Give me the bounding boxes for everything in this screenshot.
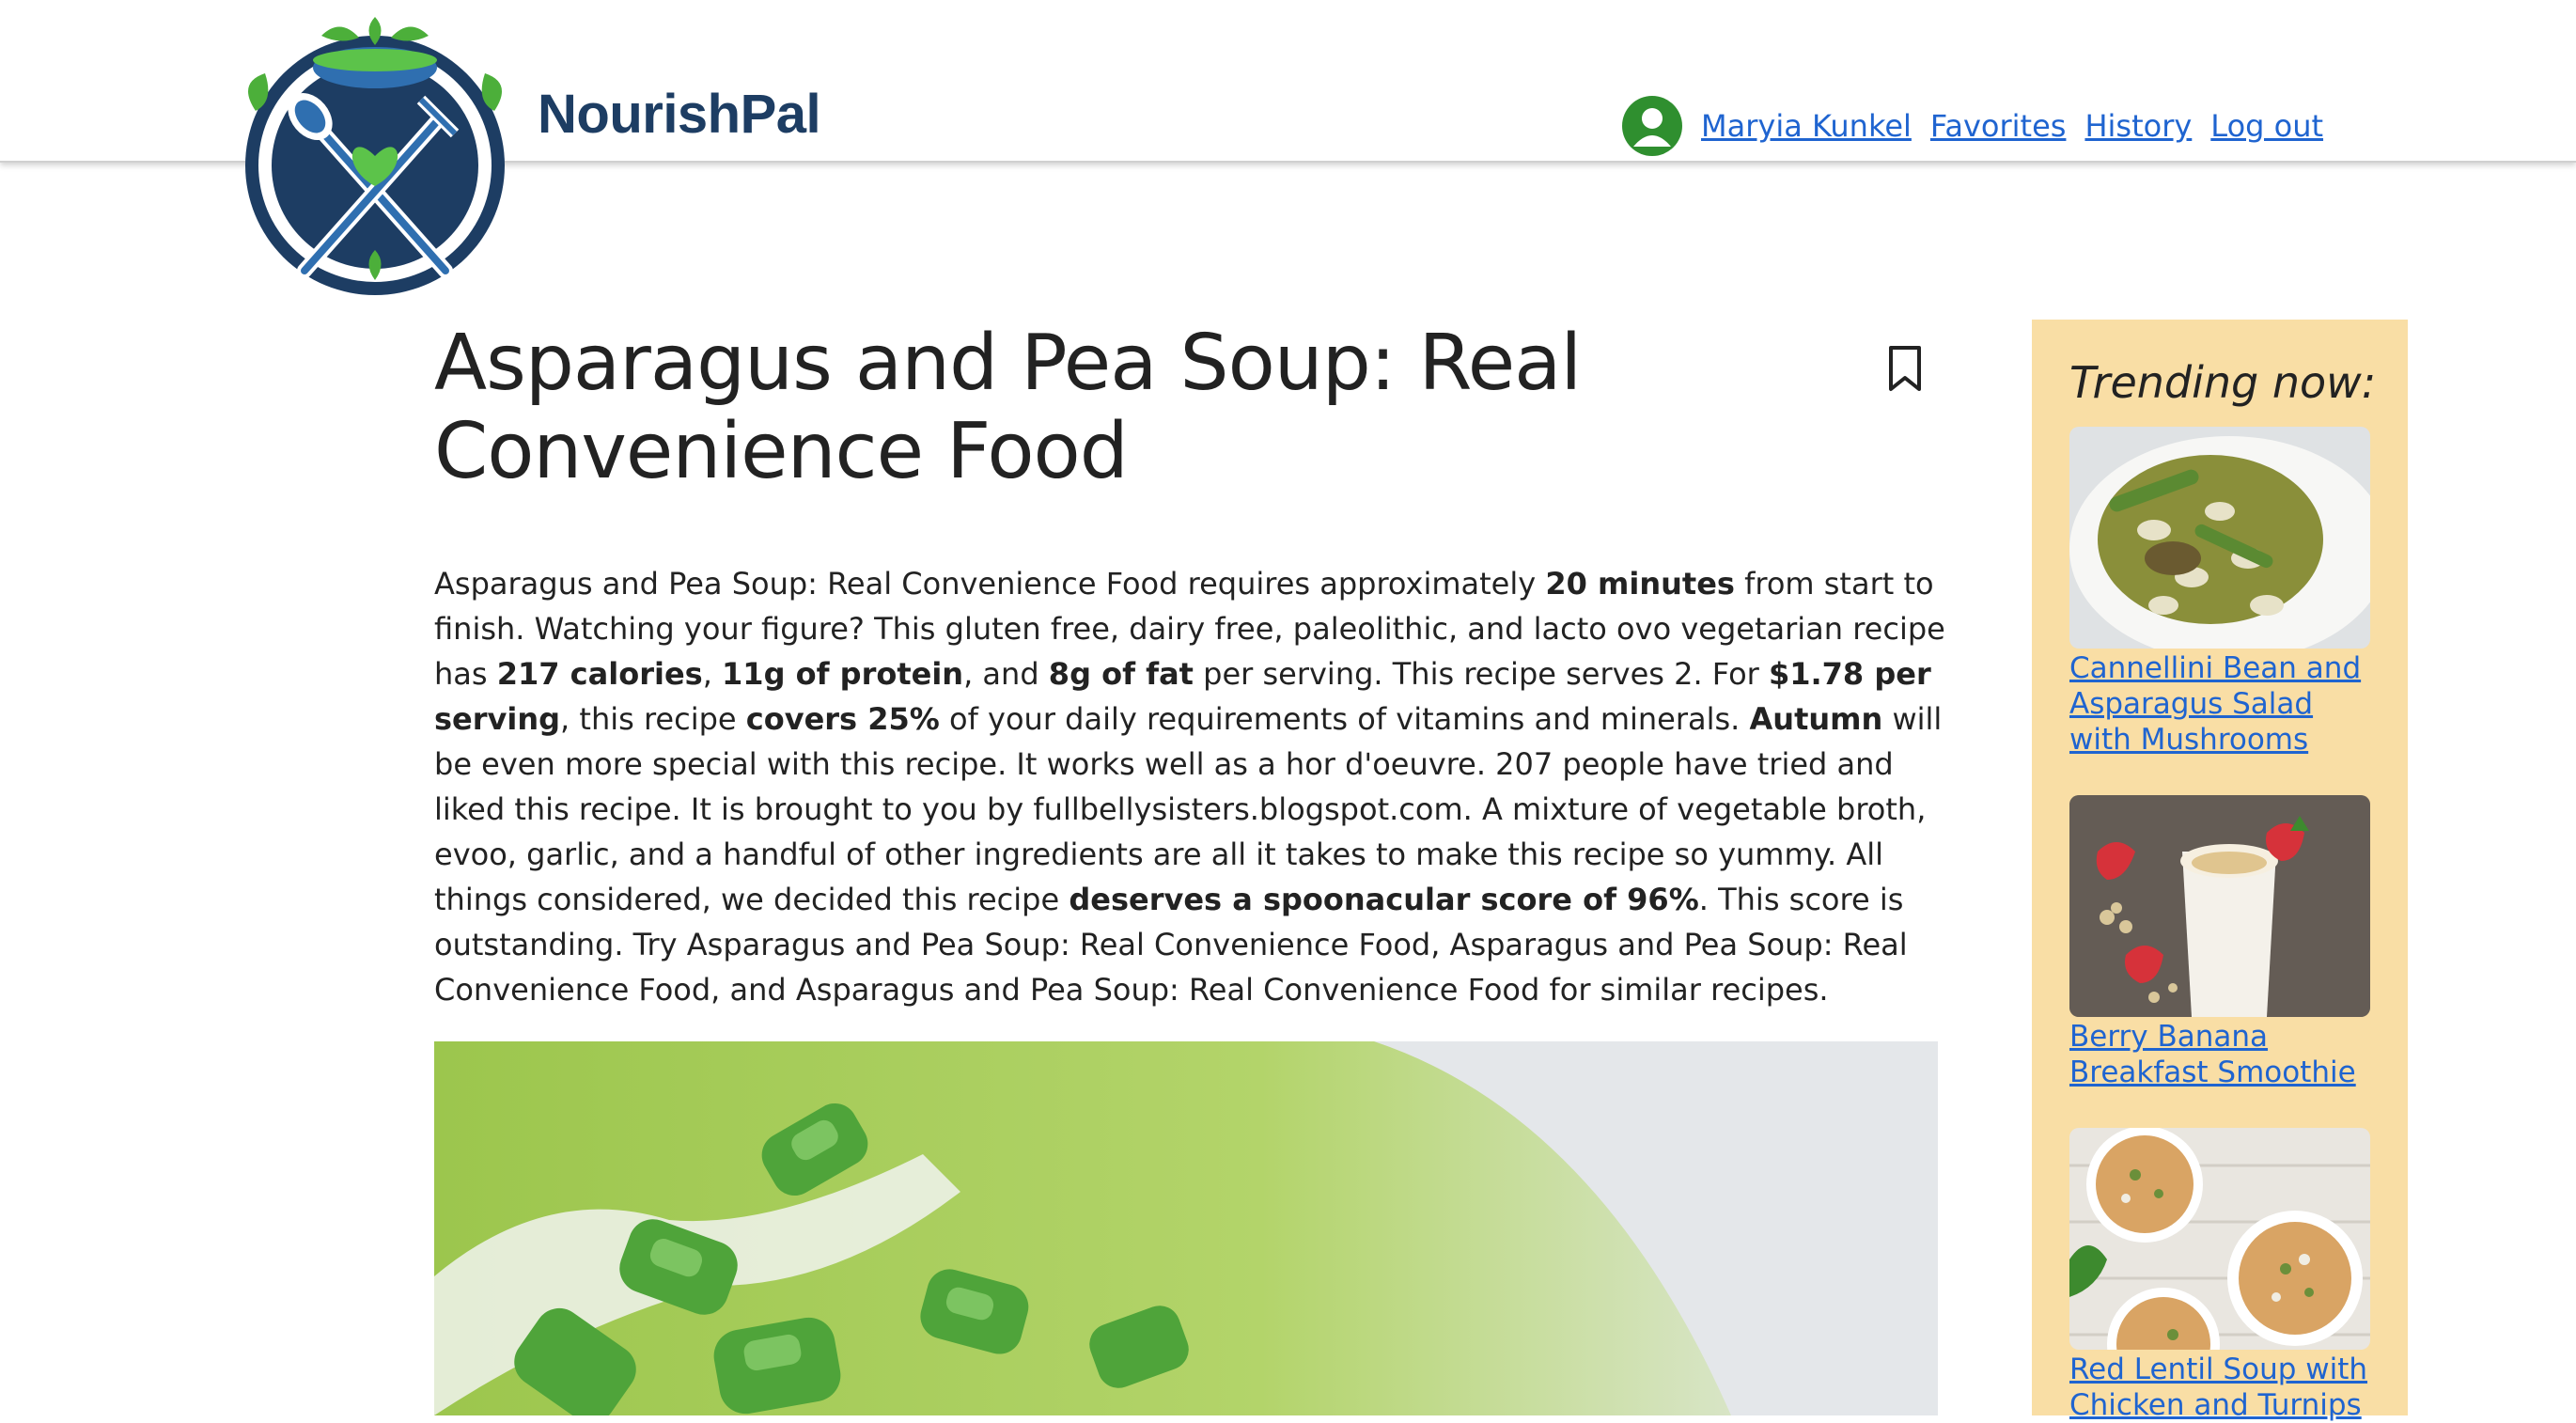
recipe-title: Asparagus and Pea Soup: Real Convenience… [434, 319, 1582, 496]
logout-link[interactable]: Log out [2210, 108, 2323, 144]
summary-highlight: Autumn [1749, 701, 1883, 737]
summary-text: , and [963, 656, 1049, 692]
nourishpal-logo[interactable] [237, 17, 513, 299]
trending-item-link[interactable]: Berry Banana Breakfast Smoothie [2069, 1019, 2370, 1090]
user-name-link[interactable]: Maryia Kunkel [1701, 108, 1912, 144]
summary-text: of your daily requirements of vitamins a… [939, 701, 1750, 737]
summary-highlight: covers 25% [745, 701, 940, 737]
user-avatar-icon[interactable] [1622, 96, 1682, 156]
trending-item[interactable]: Red Lentil Soup with Chicken and Turnips [2069, 1128, 2370, 1423]
summary-highlight: 20 minutes [1545, 566, 1735, 602]
trending-item-image[interactable] [2069, 1128, 2370, 1350]
trending-item[interactable]: Cannellini Bean and Asparagus Salad with… [2069, 427, 2370, 758]
summary-highlight: 11g of protein [722, 656, 964, 692]
bookmark-icon[interactable] [1885, 344, 1925, 393]
recipe-summary: Asparagus and Pea Soup: Real Convenience… [434, 561, 1957, 1012]
recipe-hero-image [434, 1041, 1938, 1415]
summary-text: , [702, 656, 723, 692]
trending-item-link[interactable]: Cannellini Bean and Asparagus Salad with… [2069, 650, 2370, 758]
trending-item-image[interactable] [2069, 427, 2370, 649]
trending-item[interactable]: Berry Banana Breakfast Smoothie [2069, 795, 2370, 1090]
summary-highlight: deserves a spoonacular score of 96% [1069, 882, 1699, 917]
trending-title: Trending now: [2069, 357, 2377, 408]
summary-highlight: 8g of fat [1048, 656, 1194, 692]
trending-sidebar: Trending now: Cannellini Bean and Aspara… [2032, 320, 2408, 1422]
trending-item-link[interactable]: Red Lentil Soup with Chicken and Turnips [2069, 1352, 2370, 1423]
favorites-link[interactable]: Favorites [1930, 108, 2067, 144]
summary-text: Asparagus and Pea Soup: Real Convenience… [434, 566, 1546, 602]
user-nav: Maryia Kunkel Favorites History Log out [1622, 96, 2342, 156]
summary-text: per serving. This recipe serves 2. For [1193, 656, 1769, 692]
brand-name[interactable]: NourishPal [538, 83, 821, 146]
summary-highlight: 217 calories [496, 656, 703, 692]
summary-text: , this recipe [560, 701, 746, 737]
history-link[interactable]: History [2084, 108, 2192, 144]
trending-item-image[interactable] [2069, 795, 2370, 1017]
